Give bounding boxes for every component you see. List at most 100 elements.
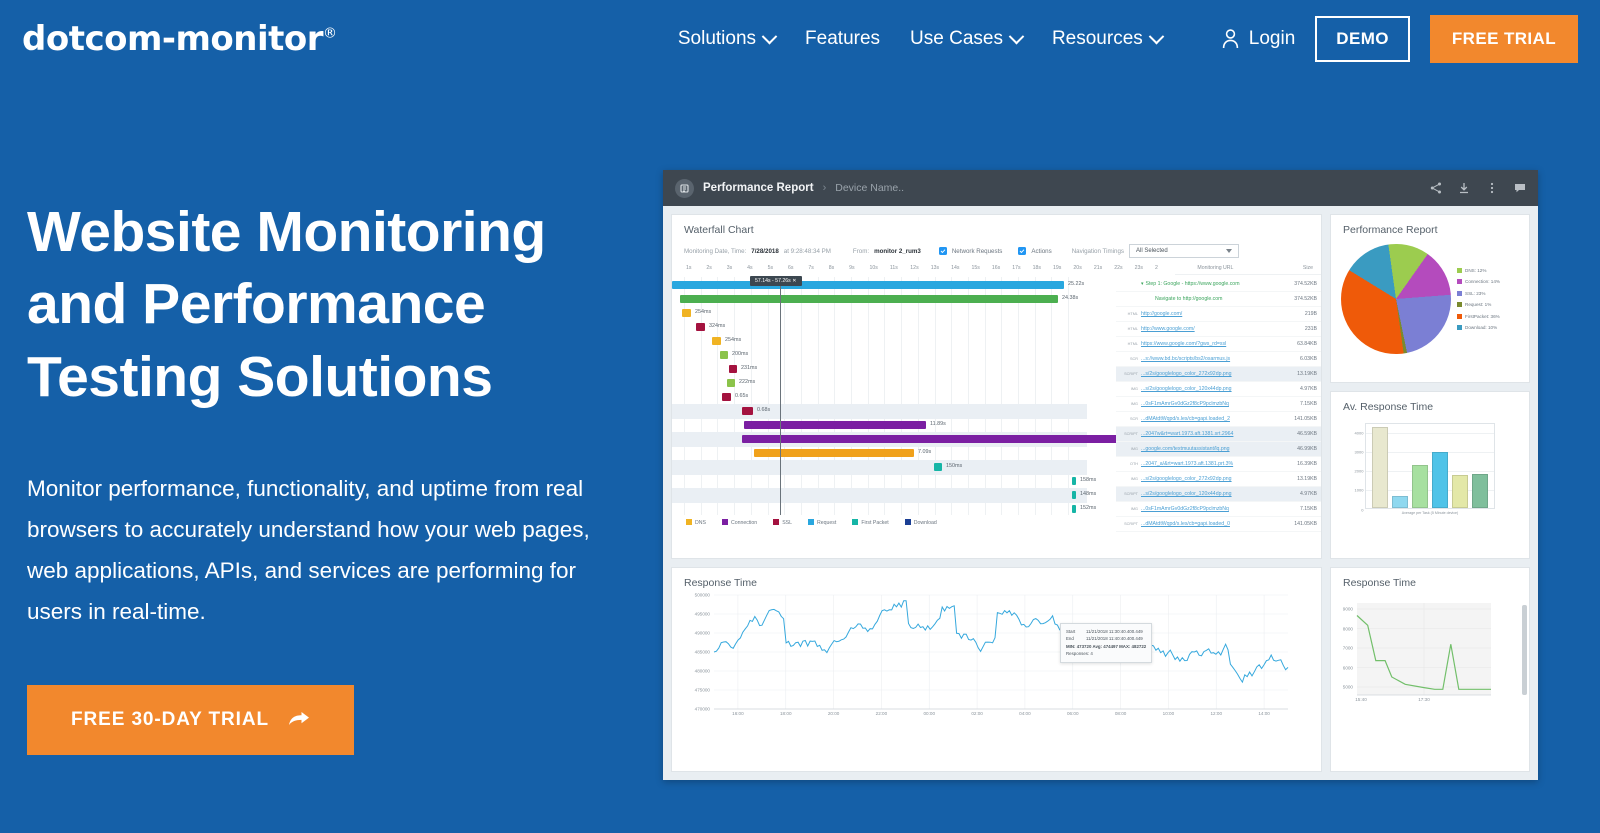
device-name-field[interactable]: Device Name.. [835,182,904,194]
waterfall-bar[interactable] [1072,505,1076,513]
table-row[interactable]: HTML http://google.com/ 219B [1116,307,1321,322]
request-url[interactable]: ...2047w&rt=wart.1973.aft.1381.srt.2964 [1141,431,1287,437]
request-url[interactable]: ...dMAtdtWqpd/s.les/cb=gapi.loaded_2 [1141,416,1287,422]
table-row[interactable]: SCRIPT ...s/2s/googlelogo_color_272x92dp… [1116,367,1321,382]
table-row[interactable]: SCR ...dMAtdtWqpd/s.les/cb=gapi.loaded_2… [1116,412,1321,427]
request-url[interactable]: https://www.google.com/?gws_rd=ssl [1141,341,1287,347]
waterfall-bar[interactable] [727,379,735,387]
free-30-day-trial-button[interactable]: FREE 30-DAY TRIAL [27,684,354,755]
table-row[interactable]: SCRIPT ...2047w&rt=wart.1973.aft.1381.sr… [1116,427,1321,442]
legend-item: DNS: 12% [1457,267,1500,273]
legend-item: FirstPacket: 36% [1457,313,1500,319]
waterfall-bar[interactable] [672,281,1064,289]
bar[interactable] [1452,475,1468,508]
request-url[interactable]: http://www.google.com/ [1141,326,1287,332]
request-size: 4.97KB [1299,491,1317,497]
waterfall-bar[interactable] [744,421,926,429]
request-url[interactable]: ...s/2s/googlelogo_color_120x44dp.png [1141,491,1287,497]
request-size: 219B [1304,311,1317,317]
nav-item-features[interactable]: Features [805,28,880,50]
waterfall-bar[interactable] [1072,491,1076,499]
bar[interactable] [1372,427,1388,508]
free-trial-button[interactable]: FREE TRIAL [1429,15,1578,63]
chat-icon[interactable] [1514,182,1526,194]
response-time-side-chart[interactable]: 9000 8000 7000 6000 5000 15:40 17:30 [1331,599,1529,711]
waterfall-bar[interactable] [680,295,1058,303]
more-vertical-icon[interactable] [1486,182,1498,194]
tooltip-end-label: End [1066,636,1074,642]
table-row[interactable]: ▾ Step 1: Google - https://www.google.com… [1116,277,1321,292]
request-url[interactable]: ...0sF1mAmrGv0dGz2f8cP9pclmzbNq [1141,401,1287,407]
request-method: HTML [1127,312,1138,316]
waterfall-panel-title: Waterfall Chart [684,224,754,236]
nav-item-use-cases[interactable]: Use Cases [910,28,1025,50]
request-method: HTML [1127,327,1138,331]
legend-item: SSL: 23% [1457,290,1500,296]
brand-logo[interactable]: dotcom-monitor® [22,19,337,59]
axis-tick: 485000 [694,649,710,655]
ruler-tick: 3s [726,265,733,271]
table-row[interactable]: IMG ...0sF1mAmrGv0dGz2f8cP9pclmzbNq 7.15… [1116,502,1321,517]
waterfall-bar[interactable] [696,323,705,331]
table-row[interactable]: IMG ...google.com/textmuutassistant/lq.p… [1116,442,1321,457]
performance-pie-chart[interactable] [1341,244,1451,354]
table-row[interactable]: OTH ...2047_a/&rt=wart.1973.aft.1381.prt… [1116,457,1321,472]
bar[interactable] [1472,474,1488,508]
table-row[interactable]: Navigate to http://google.com 374.52KB [1116,292,1321,307]
table-row[interactable]: IMG ...s/2s/googlelogo_color_120x44dp.pn… [1116,382,1321,397]
request-url[interactable]: ...0sF1mAmrGv0dGz2f8cP9pclmzbNq [1141,506,1287,512]
request-url[interactable]: ...s://www.bd.bc/scripts/bs2/osarmus.js [1141,356,1287,362]
waterfall-bar-value: 254ms [725,336,742,343]
waterfall-bar[interactable] [742,407,753,415]
waterfall-bar[interactable] [934,463,942,471]
waterfall-bar[interactable] [682,309,691,317]
legend-item: Request: 1% [1457,302,1500,308]
response-time-main-chart[interactable]: 500000 495000 490000 485000 480000 475000 4700… [672,593,1321,723]
waterfall-bar[interactable] [720,351,728,359]
request-url[interactable]: ...dMAtdtWqpd/s.les/cb=gapi.loaded_0 [1141,521,1287,527]
request-size: 141.05KB [1294,416,1317,422]
request-url[interactable]: ...s/2s/googlelogo_color_272x92dp.png [1141,476,1287,482]
waterfall-cursor-tooltip[interactable]: 57.14s - 57.26s ✕ [750,276,802,286]
table-row[interactable]: SCRIPT ...s/2s/googlelogo_color_120x44dp… [1116,487,1321,502]
table-row[interactable]: SCR ...s://www.bd.bc/scripts/bs2/osarmus… [1116,352,1321,367]
legend-item: SSL [773,519,792,526]
bar[interactable] [1412,465,1428,508]
actions-checkbox[interactable] [1018,247,1027,255]
waterfall-bar[interactable] [722,393,731,401]
waterfall-bar[interactable] [1072,477,1076,485]
waterfall-bar[interactable] [729,365,737,373]
bar[interactable] [1392,495,1408,508]
table-row[interactable]: HTML https://www.google.com/?gws_rd=ssl … [1116,337,1321,352]
table-row[interactable]: IMG ...0sF1mAmrGv0dGz2f8cP9pclmzbNq 7.15… [1116,397,1321,412]
request-url[interactable]: ▾ Step 1: Google - https://www.google.com [1141,281,1287,287]
network-requests-checkbox[interactable] [938,247,947,255]
chevron-down-icon[interactable]: ▾ [1141,281,1144,287]
request-url[interactable]: http://google.com/ [1141,311,1287,317]
login-link[interactable]: Login [1222,28,1295,50]
request-size: 13.19KB [1297,371,1317,377]
demo-button[interactable]: DEMO [1315,16,1410,62]
table-row[interactable]: SCRIPT ...dMAtdtWqpd/s.les/cb=gapi.loade… [1116,517,1321,532]
table-row[interactable]: IMG ...s/2s/googlelogo_color_272x92dp.pn… [1116,472,1321,487]
request-url[interactable]: ...google.com/textmuutassistant/lq.png [1141,446,1287,452]
table-row[interactable]: HTML http://www.google.com/ 231B [1116,322,1321,337]
axis-tick: 14:00 [1258,711,1270,716]
waterfall-bar[interactable] [754,449,914,457]
share-icon[interactable] [1430,182,1442,194]
request-url[interactable]: ...s/2s/googlelogo_color_272x92dp.png [1141,371,1287,377]
bar[interactable] [1432,452,1448,508]
chart-scrollbar[interactable] [1522,605,1527,695]
nav-item-solutions[interactable]: Solutions [678,28,778,50]
waterfall-bar[interactable] [742,435,1117,443]
av-response-time-xlabel: Average per Task (5 Minute device) [1401,510,1459,515]
request-url[interactable]: ...2047_a/&rt=wart.1973.aft.1381.prt.3% [1141,461,1287,467]
waterfall-cursor-line[interactable] [780,277,781,515]
download-icon[interactable] [1458,182,1470,194]
waterfall-bar[interactable] [712,337,721,345]
request-url[interactable]: Navigate to http://google.com [1141,296,1287,302]
nav-item-resources[interactable]: Resources [1052,28,1165,50]
request-url[interactable]: ...s/2s/googlelogo_color_120x44dp.png [1141,386,1287,392]
navigation-timings-select[interactable]: All Selected [1128,244,1239,258]
av-response-time-chart[interactable]: 4000 3000 2000 1000 0 [1355,422,1495,512]
